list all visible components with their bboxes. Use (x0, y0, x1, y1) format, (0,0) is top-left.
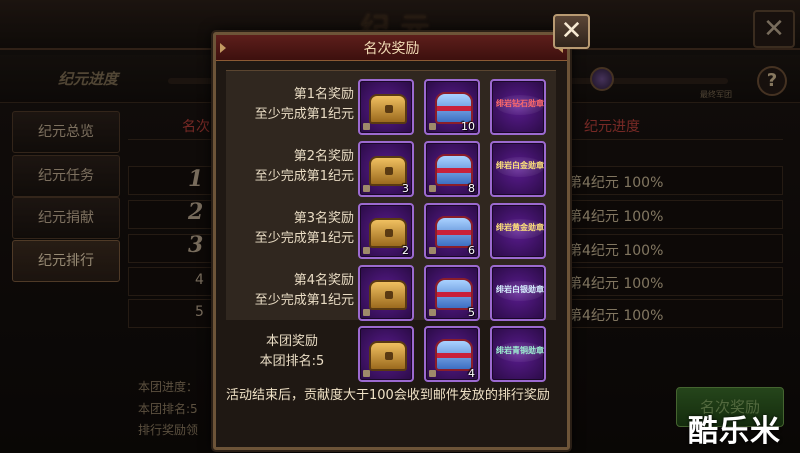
badge-text: 绯岩钻石勋章 (496, 99, 544, 108)
team-rank-text: 本团排名:5 (259, 354, 325, 369)
reward-requirement-text: 至少完成第1纪元 (254, 169, 354, 184)
item-count: 2 (402, 244, 409, 257)
item-count: 6 (468, 244, 475, 257)
gold-chest-icon (369, 94, 407, 124)
lock-icon (363, 247, 370, 254)
lock-icon (429, 247, 436, 254)
badge-text: 绯岩白金勋章 (496, 161, 544, 170)
team-reward-title: 本团奖励 (265, 334, 318, 349)
reward-item-badge[interactable]: 绯岩黄金勋章 (490, 203, 546, 259)
reward-item-badge[interactable]: 绯岩青铜勋章 (490, 326, 546, 382)
reward-label: 本团奖励 本团排名:5 (230, 332, 354, 372)
reward-requirement-text: 至少完成第1纪元 (254, 293, 354, 308)
reward-item-gold-chest[interactable]: 3 (358, 141, 414, 197)
reward-list[interactable]: 第1名奖励 至少完成第1纪元 10 绯岩钻石勋章 第2名奖励 至少完成第1纪元 … (226, 70, 556, 323)
reward-rank-text: 第4名奖励 (293, 273, 354, 288)
item-count: 3 (402, 182, 409, 195)
close-icon[interactable]: ✕ (553, 14, 590, 49)
reward-requirement-text: 至少完成第1纪元 (254, 107, 354, 122)
badge-text: 绯岩白银勋章 (496, 285, 544, 294)
reward-item-badge[interactable]: 绯岩白银勋章 (490, 265, 546, 321)
reward-requirement-text: 至少完成第1纪元 (254, 231, 354, 246)
watermark: 酷乐米 (688, 414, 781, 449)
lock-icon (363, 185, 370, 192)
reward-item-blue-chest[interactable]: 8 (424, 141, 480, 197)
reward-item-badge[interactable]: 绯岩钻石勋章 (490, 79, 546, 135)
gold-chest-icon (369, 280, 407, 310)
reward-item-gold-chest[interactable] (358, 326, 414, 382)
reward-item-gold-chest[interactable]: 2 (358, 203, 414, 259)
lock-icon (429, 309, 436, 316)
lock-icon (429, 185, 436, 192)
badge-text: 绯岩青铜勋章 (496, 346, 544, 355)
lock-icon (429, 123, 436, 130)
item-count: 5 (468, 306, 475, 319)
list-item: 第1名奖励 至少完成第1纪元 10 绯岩钻石勋章 (226, 75, 556, 137)
gold-chest-icon (369, 341, 407, 371)
lock-icon (429, 370, 436, 377)
reward-item-blue-chest[interactable]: 5 (424, 265, 480, 321)
reward-label: 第3名奖励 至少完成第1纪元 (230, 209, 354, 249)
reward-item-gold-chest[interactable] (358, 79, 414, 135)
team-reward-row: 本团奖励 本团排名:5 4 绯岩青铜勋章 (226, 322, 556, 384)
modal-title: 名次奖励 (363, 41, 420, 57)
reward-notice: 活动结束后，贡献度大于100会收到邮件发放的排行奖励 (226, 388, 550, 403)
lock-icon (363, 123, 370, 130)
reward-item-blue-chest[interactable]: 10 (424, 79, 480, 135)
list-item: 第3名奖励 至少完成第1纪元 2 6 绯岩黄金勋章 (226, 199, 556, 261)
item-count: 10 (461, 120, 475, 133)
reward-item-blue-chest[interactable]: 4 (424, 326, 480, 382)
reward-label: 第1名奖励 至少完成第1纪元 (230, 85, 354, 125)
reward-item-badge[interactable]: 绯岩白金勋章 (490, 141, 546, 197)
reward-label: 第4名奖励 至少完成第1纪元 (230, 271, 354, 311)
modal-header: 名次奖励 (216, 35, 567, 61)
reward-rank-text: 第1名奖励 (293, 87, 354, 102)
badge-text: 绯岩黄金勋章 (496, 223, 544, 232)
reward-rank-text: 第2名奖励 (293, 149, 354, 164)
list-item: 第2名奖励 至少完成第1纪元 3 8 绯岩白金勋章 (226, 137, 556, 199)
reward-item-gold-chest[interactable] (358, 265, 414, 321)
list-item: 第4名奖励 至少完成第1纪元 5 绯岩白银勋章 (226, 261, 556, 323)
reward-rank-text: 第3名奖励 (293, 211, 354, 226)
item-count: 4 (468, 367, 475, 380)
lock-icon (363, 370, 370, 377)
lock-icon (363, 309, 370, 316)
item-count: 8 (468, 182, 475, 195)
reward-item-blue-chest[interactable]: 6 (424, 203, 480, 259)
reward-label: 第2名奖励 至少完成第1纪元 (230, 147, 354, 187)
